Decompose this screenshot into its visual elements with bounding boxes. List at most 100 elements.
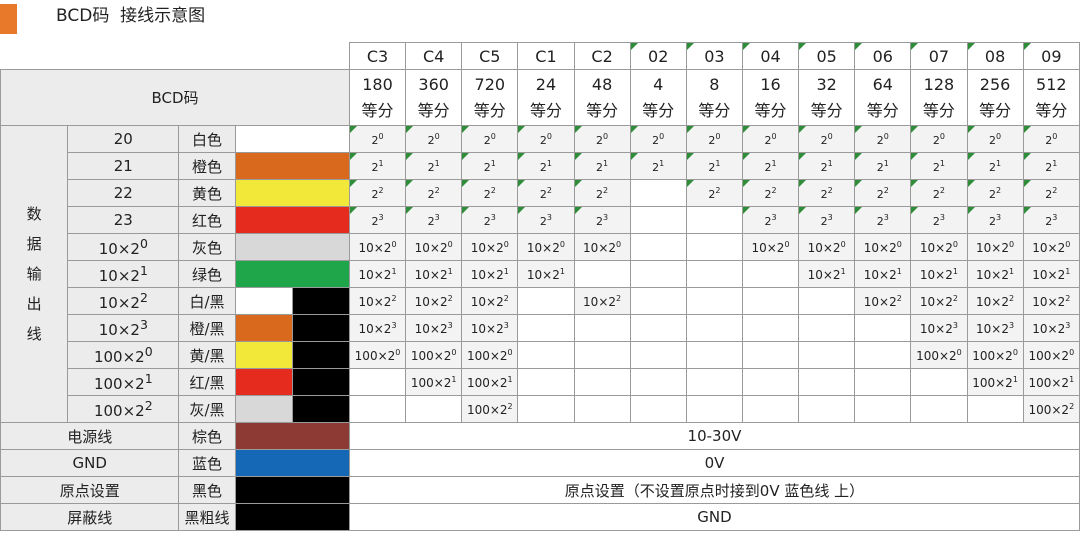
bit-weight: 21 xyxy=(708,159,721,174)
bit-weight: 20 xyxy=(652,132,665,147)
bit-weight: 10×23 xyxy=(976,321,1014,336)
bit-weight: 10×22 xyxy=(358,294,397,309)
green-corner-marker xyxy=(968,126,975,133)
bit-weight: 10×22 xyxy=(583,294,621,309)
row-label-text-base: 10×2 xyxy=(98,294,140,312)
col-division-08: 256 等分 xyxy=(966,69,1024,126)
bit-cell: 23 xyxy=(966,206,1024,234)
bit-weight: 21 xyxy=(764,159,777,174)
bit-weight: 22 xyxy=(932,186,945,201)
bit-cell: 21 xyxy=(966,152,1024,180)
bit-cell: 22 xyxy=(685,179,743,207)
bit-weight-exp: 1 xyxy=(952,267,958,276)
bit-cell: 10×20 xyxy=(573,233,631,261)
bit-cell: 100×20 xyxy=(1022,341,1080,369)
green-corner-marker xyxy=(462,180,470,187)
wire-color-text: 白/黑 xyxy=(189,292,225,311)
bit-weight: 22 xyxy=(596,186,609,201)
col-code: 08 xyxy=(984,46,1006,66)
green-corner-marker xyxy=(518,126,526,133)
green-corner-marker xyxy=(406,180,414,187)
side-label-char: 线 xyxy=(26,325,42,343)
bit-weight: 10×22 xyxy=(415,294,453,309)
division-unit: 等分 xyxy=(922,100,955,120)
bit-cell: 10×23 xyxy=(461,314,519,342)
row-label-text-exp: 1 xyxy=(144,371,153,386)
bit-cell xyxy=(966,395,1024,423)
bit-cell: 23 xyxy=(798,206,856,234)
bit-cell xyxy=(685,395,743,423)
bit-cell: 10×22 xyxy=(910,287,968,315)
wire-color-swatch-stripe xyxy=(291,341,350,369)
bit-cell: 23 xyxy=(517,206,575,234)
bit-weight: 20 xyxy=(596,132,609,147)
bit-cell xyxy=(517,287,575,315)
bit-cell: 10×22 xyxy=(966,287,1024,315)
bit-weight-exp: 1 xyxy=(546,159,552,168)
bit-cell: 10×23 xyxy=(910,314,968,342)
bit-cell: 10×21 xyxy=(461,260,519,288)
wire-color-text: 灰/黑 xyxy=(189,400,225,419)
division-unit: 等分 xyxy=(417,100,450,120)
header-accent-bar xyxy=(0,4,17,34)
bit-cell: 21 xyxy=(1022,152,1080,180)
bit-weight-exp: 2 xyxy=(391,294,397,303)
bit-weight-base: 10×2 xyxy=(583,241,617,255)
division-value: 32 xyxy=(816,74,837,94)
bit-weight-exp: 3 xyxy=(378,213,384,222)
bit-weight: 100×20 xyxy=(972,348,1018,363)
wire-color-name: 红/黑 xyxy=(178,368,236,396)
footer-color-text: 棕色 xyxy=(192,427,223,446)
bit-weight-exp: 2 xyxy=(447,294,453,303)
wire-color-swatch-stripe xyxy=(291,287,350,315)
row-label: 100×22 xyxy=(67,395,180,423)
green-corner-marker xyxy=(575,207,582,214)
wire-color-swatch xyxy=(234,260,350,288)
green-corner-marker xyxy=(1024,153,1031,160)
side-label-char: 据 xyxy=(26,235,42,253)
bit-weight-exp: 0 xyxy=(490,132,496,141)
bit-cell xyxy=(685,233,743,261)
green-corner-marker xyxy=(631,43,638,50)
col-code: 06 xyxy=(872,46,893,66)
col-division-04: 16 等分 xyxy=(741,69,800,126)
col-code: 05 xyxy=(816,46,837,66)
bit-weight-exp: 3 xyxy=(434,213,440,222)
bit-weight: 10×22 xyxy=(471,294,509,309)
bit-cell xyxy=(854,314,912,342)
side-label-char: 出 xyxy=(26,295,42,313)
bit-weight-exp: 1 xyxy=(659,159,665,168)
green-corner-marker xyxy=(350,207,357,214)
bit-cell: 20 xyxy=(854,125,912,153)
bit-weight: 23 xyxy=(427,213,440,228)
page-header: BCD码 接线示意图 xyxy=(0,0,1080,36)
bit-weight: 23 xyxy=(989,213,1002,228)
wire-color-swatch xyxy=(234,206,350,234)
bit-weight: 10×20 xyxy=(864,240,902,255)
bit-cell xyxy=(629,395,687,423)
bit-cell xyxy=(629,314,687,342)
data-output-side-label: 数据输出线 xyxy=(0,125,69,423)
bit-weight-exp: 2 xyxy=(996,186,1002,195)
bit-weight: 10×20 xyxy=(583,240,621,255)
footer-color-text: 黑色 xyxy=(192,481,223,500)
bit-cell: 10×23 xyxy=(1022,314,1080,342)
bit-cell xyxy=(629,287,687,315)
bit-weight: 22 xyxy=(483,186,496,201)
bit-weight: 10×20 xyxy=(471,240,509,255)
bit-weight-base: 100×2 xyxy=(1028,349,1070,363)
bit-cell: 100×21 xyxy=(1022,368,1080,396)
bit-cell: 10×21 xyxy=(517,260,575,288)
bit-cell xyxy=(405,395,463,423)
bit-weight-base: 100×2 xyxy=(410,349,452,363)
bit-weight: 10×20 xyxy=(1032,240,1070,255)
row-label-text: 100×21 xyxy=(94,371,153,393)
bit-weight: 10×22 xyxy=(920,294,958,309)
bit-weight-exp: 2 xyxy=(434,186,440,195)
green-corner-marker xyxy=(911,126,919,133)
green-corner-marker xyxy=(968,207,975,214)
bit-weight-exp: 2 xyxy=(939,186,945,195)
wire-color-swatch xyxy=(234,233,350,261)
bit-cell: 22 xyxy=(573,179,631,207)
bit-cell: 10×22 xyxy=(461,287,519,315)
